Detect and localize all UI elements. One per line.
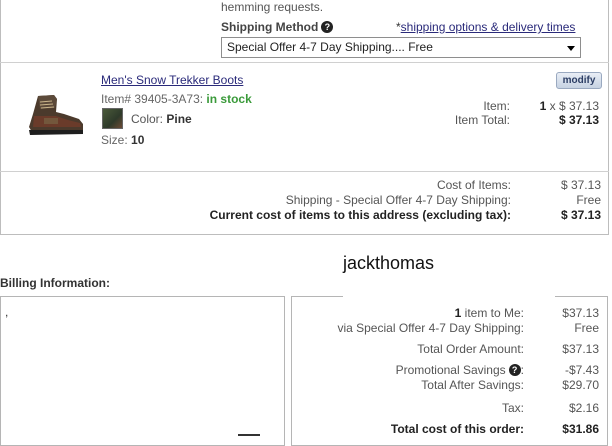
username-label: jackthomas (343, 253, 435, 273)
size-line: Size: 10 (101, 133, 144, 147)
promotional-savings-text: Promotional Savings (395, 363, 506, 377)
current-cost-value: $ 37.13 (560, 208, 601, 222)
total-after-savings-value: $29.70 (562, 378, 599, 392)
shipping-options-link[interactable]: shipping options & delivery times (401, 20, 576, 34)
item-total-value: $ 37.13 (558, 113, 599, 127)
billing-mark (238, 434, 260, 436)
stock-status: in stock (206, 92, 252, 106)
color-label: Color: (131, 112, 164, 126)
help-icon[interactable]: ? (321, 21, 334, 33)
shipping-method-select[interactable]: Special Offer 4-7 Day Shipping.... Free (221, 37, 581, 58)
cost-of-items-value: $ 37.13 (560, 178, 601, 192)
help-icon[interactable]: ? (508, 364, 521, 376)
summary-items-value: $37.13 (562, 306, 599, 320)
modify-button[interactable]: modify (556, 72, 602, 89)
color-line: Color: Pine (131, 112, 192, 126)
shipping-cost-label: Shipping - Special Offer 4-7 Day Shippin… (285, 193, 511, 207)
total-order-amount-label: Total Order Amount: (417, 342, 524, 356)
summary-shipping-label: via Special Offer 4-7 Day Shipping: (337, 321, 524, 335)
product-name-link[interactable]: Men's Snow Trekker Boots (101, 73, 243, 87)
current-cost-label: Current cost of items to this address (e… (209, 208, 511, 222)
billing-information-title: Billing Information: (0, 276, 110, 290)
total-cost-value: $31.86 (562, 422, 599, 436)
billing-address-box (0, 296, 285, 446)
summary-items-label: 1 item to Me: (300, 306, 524, 320)
summary-items-text: item to Me: (461, 306, 524, 320)
tax-value: $2.16 (568, 401, 599, 415)
divider (0, 62, 609, 63)
chevron-down-icon (567, 46, 575, 51)
divider (0, 171, 609, 172)
size-label: Size: (101, 133, 128, 147)
summary-shipping-value: Free (574, 321, 599, 335)
item-unit-price: x $ 37.13 (546, 99, 599, 113)
shipping-options-link-wrap: *shipping options & delivery times (396, 20, 575, 34)
promotional-savings-colon: : (520, 363, 524, 377)
cost-of-items-label: Cost of Items: (436, 178, 511, 192)
item-number-line: Item# 39405-3A73: in stock (101, 92, 252, 106)
size-value: 10 (131, 133, 145, 147)
tax-label: Tax: (501, 401, 524, 415)
hemming-note: hemming requests. (221, 0, 324, 14)
color-swatch (102, 108, 123, 129)
item-price-label: Item: (483, 99, 510, 113)
shipping-method-text: Shipping Method (221, 20, 319, 34)
color-value: Pine (166, 112, 192, 126)
total-cost-label: Total cost of this order: (390, 422, 524, 436)
item-total-label: Item Total: (454, 113, 510, 127)
shipping-method-selected: Special Offer 4-7 Day Shipping.... Free (227, 40, 433, 54)
username-overlay (343, 276, 555, 305)
billing-address-text: , (5, 305, 9, 319)
total-order-amount-value: $37.13 (562, 342, 599, 356)
item-number: Item# 39405-3A73: (101, 92, 204, 106)
shipping-method-label: Shipping Method? (221, 20, 334, 34)
total-after-savings-label: Total After Savings: (421, 378, 524, 392)
shipping-cost-value: Free (576, 193, 601, 207)
promotional-savings-value: -$7.43 (564, 363, 599, 377)
boot-product-image[interactable] (24, 94, 86, 138)
item-price-value: 1 x $ 37.13 (520, 99, 599, 113)
promotional-savings-label: Promotional Savings?: (300, 363, 524, 377)
